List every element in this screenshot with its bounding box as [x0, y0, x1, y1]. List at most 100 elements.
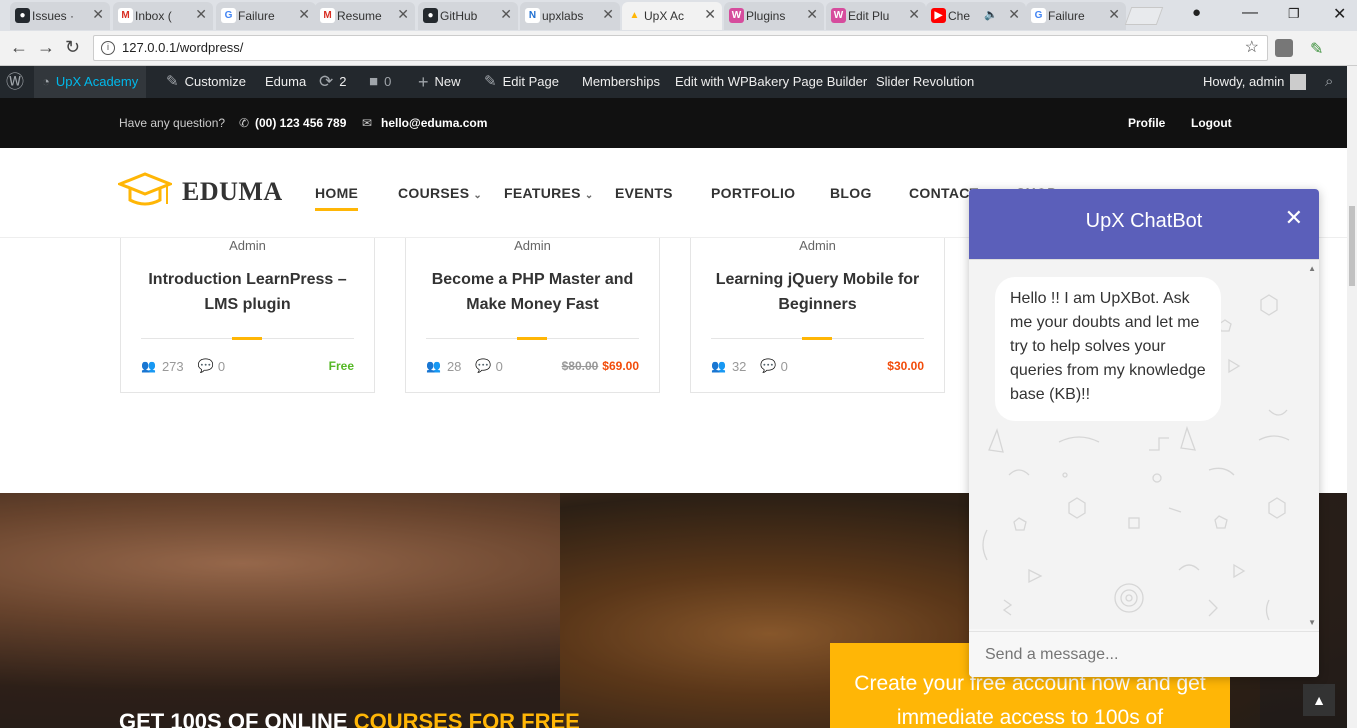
wp-wpbakery-link[interactable]: Edit with WPBakery Page Builder: [675, 66, 867, 98]
nav-courses[interactable]: COURSES ⌄: [398, 185, 482, 201]
close-icon[interactable]: ✕: [602, 6, 614, 23]
chat-message-input[interactable]: [969, 631, 1319, 677]
email-link[interactable]: hello@eduma.com: [381, 98, 487, 148]
nav-events[interactable]: EVENTS: [615, 185, 673, 201]
course-title[interactable]: Introduction LearnPress – LMS plugin: [136, 267, 359, 317]
close-icon[interactable]: ✕: [1108, 6, 1120, 23]
close-icon[interactable]: ✕: [397, 6, 409, 23]
course-card[interactable]: Admin Learning jQuery Mobile for Beginne…: [690, 238, 945, 393]
wp-account-link[interactable]: Howdy, admin: [1203, 66, 1307, 98]
reload-icon[interactable]: ↻: [65, 37, 80, 58]
browser-tab-failure-2[interactable]: G Failure ✕: [1026, 2, 1126, 30]
close-icon[interactable]: ✕: [195, 6, 207, 23]
wp-theme-link[interactable]: Eduma: [265, 66, 306, 98]
scrollbar-thumb[interactable]: [1349, 206, 1355, 286]
wp-comments-link[interactable]: ■ 0: [369, 66, 391, 98]
nav-portfolio[interactable]: PORTFOLIO: [711, 185, 795, 201]
wp-edit-page-link[interactable]: ✎ Edit Page: [484, 66, 559, 98]
bot-message-text: Hello !! I am UpXBot. Ask me your doubts…: [1010, 290, 1206, 403]
browser-tab-edit-plugin[interactable]: W Edit Plu ✕: [826, 2, 926, 30]
phone-icon: ✆: [239, 116, 250, 130]
comment-icon: ■: [369, 73, 379, 90]
wp-customize-link[interactable]: ✎ Customize: [166, 66, 246, 98]
graduation-cap-icon: [115, 172, 175, 212]
close-icon[interactable]: ✕: [1008, 6, 1020, 23]
course-meta: 👥 32 💬 0 $30.00: [711, 358, 924, 374]
forward-icon[interactable]: →: [37, 37, 55, 58]
window-close-icon[interactable]: ✕: [1333, 4, 1346, 24]
wp-search-button[interactable]: ⌕: [1325, 66, 1333, 98]
close-icon[interactable]: ✕: [704, 6, 716, 23]
wp-updates-link[interactable]: ⟳ 2: [319, 66, 346, 98]
browser-tab-upx-academy[interactable]: ▲ UpX Ac ✕: [622, 2, 722, 30]
close-icon[interactable]: ✕: [92, 6, 104, 23]
course-author[interactable]: Admin: [406, 238, 659, 253]
close-icon[interactable]: ✕: [500, 6, 512, 23]
nav-blog[interactable]: BLOG: [830, 185, 872, 201]
new-tab-button[interactable]: [1124, 7, 1164, 25]
browser-tab-youtube[interactable]: ▶ Che 🔈 ✕: [926, 2, 1026, 30]
close-icon[interactable]: ✕: [908, 6, 920, 23]
wp-logo[interactable]: Ⓦ: [6, 66, 24, 98]
wp-icon: W: [729, 8, 744, 23]
comment-count: 0: [217, 358, 226, 374]
course-title[interactable]: Learning jQuery Mobile for Beginners: [706, 267, 929, 317]
course-author[interactable]: Admin: [691, 238, 944, 253]
nav-features[interactable]: FEATURES ⌄: [504, 185, 594, 201]
tab-title: Issues ·: [32, 9, 75, 23]
speaker-icon[interactable]: 🔈: [984, 8, 998, 21]
back-icon[interactable]: ←: [10, 37, 28, 58]
tab-title: GitHub: [440, 9, 478, 23]
wp-slider-link[interactable]: Slider Revolution: [876, 66, 974, 98]
wp-new-label: New: [434, 74, 461, 89]
brush-icon: ✎: [166, 73, 179, 90]
back-to-top-button[interactable]: ▲: [1303, 684, 1335, 716]
minimize-icon[interactable]: —: [1242, 4, 1258, 22]
gmail-icon: M: [320, 8, 335, 23]
tab-title: Failure: [238, 9, 275, 23]
wp-icon: W: [831, 8, 846, 23]
browser-tab-issues[interactable]: ● Issues · ✕: [10, 2, 110, 30]
scroll-up-arrow[interactable]: ▲: [1308, 264, 1316, 273]
browser-tab-upxlabs[interactable]: N upxlabs ✕: [520, 2, 620, 30]
course-card[interactable]: Admin Become a PHP Master and Make Money…: [405, 238, 660, 393]
wp-memberships-link[interactable]: Memberships: [582, 66, 660, 98]
page-scrollbar[interactable]: [1347, 66, 1357, 728]
envelope-icon: ✉: [362, 116, 373, 130]
course-title[interactable]: Become a PHP Master and Make Money Fast: [421, 267, 644, 317]
profile-icon[interactable]: ●: [1192, 4, 1201, 21]
url-input[interactable]: i 127.0.0.1/wordpress/ ☆: [93, 35, 1268, 61]
site-logo[interactable]: EDUMA: [115, 172, 283, 212]
chevron-down-icon: ⌄: [584, 190, 594, 201]
browser-tab-plugins[interactable]: W Plugins ✕: [724, 2, 824, 30]
nav-home[interactable]: HOME: [315, 185, 359, 211]
close-icon[interactable]: ✕: [298, 6, 310, 23]
divider-accent: [802, 337, 832, 340]
browser-tab-inbox[interactable]: M Inbox ( ✕: [113, 2, 213, 30]
extension-icon[interactable]: [1275, 39, 1293, 57]
close-icon[interactable]: ✕: [1285, 189, 1303, 247]
search-icon: ⌕: [1325, 73, 1334, 90]
close-icon[interactable]: ✕: [806, 6, 818, 23]
profile-link[interactable]: Profile: [1128, 98, 1165, 148]
address-bar: ← → ↻ i 127.0.0.1/wordpress/ ☆ ✎: [0, 31, 1357, 66]
youtube-icon: ▶: [931, 8, 946, 23]
scroll-down-arrow[interactable]: ▼: [1308, 618, 1316, 627]
eyedropper-extension-icon[interactable]: ✎: [1310, 39, 1328, 58]
browser-tab-strip: ● Issues · ✕ M Inbox ( ✕ G Failure ✕ M R…: [0, 0, 1357, 31]
browser-tab-failure[interactable]: G Failure ✕: [216, 2, 316, 30]
restore-icon[interactable]: ❐: [1288, 6, 1300, 22]
course-card[interactable]: Admin Introduction LearnPress – LMS plug…: [120, 238, 375, 393]
browser-tab-resume[interactable]: M Resume ✕: [315, 2, 415, 30]
info-icon[interactable]: i: [101, 41, 115, 55]
logout-link[interactable]: Logout: [1191, 98, 1232, 148]
wp-site-link[interactable]: ◔ UpX Academy: [34, 66, 147, 98]
wp-new-link[interactable]: + New: [418, 66, 461, 98]
course-author[interactable]: Admin: [121, 238, 374, 253]
graduation-cap-icon: ▲: [629, 10, 640, 21]
phone-link[interactable]: (00) 123 456 789: [255, 98, 346, 148]
browser-tab-github[interactable]: ● GitHub ✕: [418, 2, 518, 30]
bookmark-star-icon[interactable]: ☆: [1245, 36, 1259, 60]
chatbot-messages[interactable]: ▲ Hello !! I am UpXBot. Ask me your doub…: [969, 259, 1319, 629]
tab-title: Failure: [1048, 9, 1085, 23]
